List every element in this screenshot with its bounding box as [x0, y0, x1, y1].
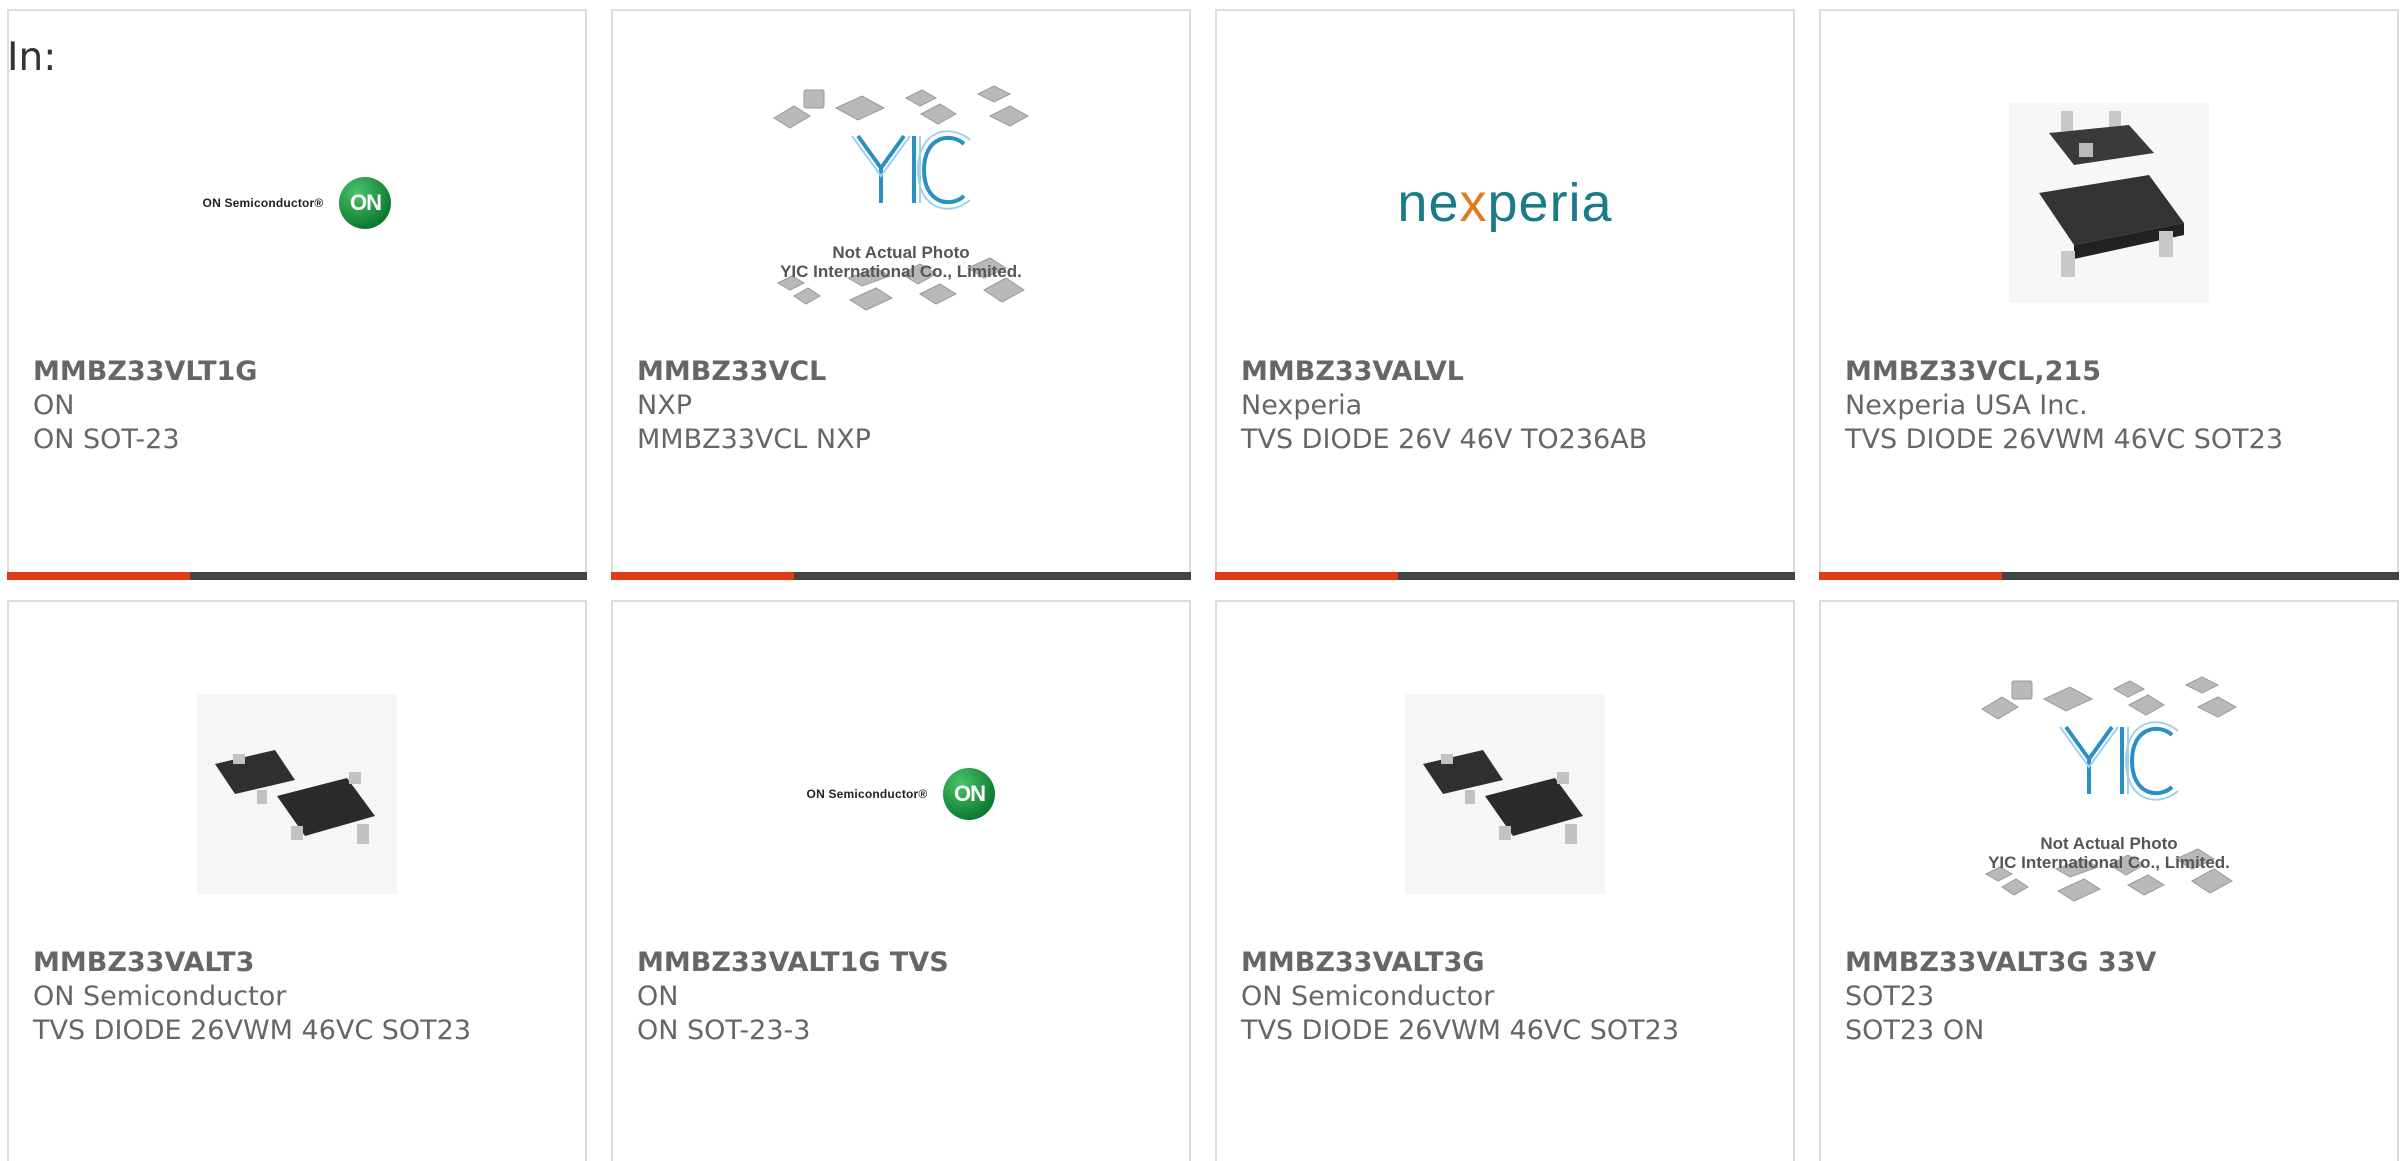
manufacturer: Nexperia	[1241, 390, 1363, 421]
part-number[interactable]: MMBZ33VLT1G	[33, 355, 573, 389]
product-listing-page: In: ON Semiconductor® ON MMBZ33VLT1G ON …	[0, 0, 2400, 1161]
description: SOT23 ON	[1845, 1015, 1985, 1046]
manufacturer: ON Semiconductor	[1241, 981, 1495, 1012]
part-number[interactable]: MMBZ33VALT3	[33, 946, 573, 980]
note-line-2: YIC International Co., Limited.	[1988, 853, 2230, 872]
product-card[interactable]: nexperia MMBZ33VALVL Nexperia TVS DIODE …	[1215, 9, 1795, 580]
not-actual-photo-note: Not Actual Photo YIC International Co., …	[613, 243, 1189, 281]
description: TVS DIODE 26VWM 46VC SOT23	[1845, 424, 2284, 455]
product-card[interactable]: Not Actual Photo YIC International Co., …	[611, 9, 1191, 580]
card-accent-bar	[1819, 572, 2399, 580]
on-badge-icon: ON	[943, 768, 996, 820]
on-semiconductor-logo: ON Semiconductor® ON	[807, 768, 996, 820]
description: TVS DIODE 26VWM 46VC SOT23	[1241, 1015, 1680, 1046]
card-accent-bar	[611, 572, 1191, 580]
product-card[interactable]: MMBZ33VALT3 ON Semiconductor TVS DIODE 2…	[7, 600, 587, 1161]
manufacturer: SOT23	[1845, 981, 1935, 1012]
on-badge-icon: ON	[339, 177, 392, 229]
part-number[interactable]: MMBZ33VALVL	[1241, 355, 1781, 389]
not-actual-photo-note: Not Actual Photo YIC International Co., …	[1821, 834, 2397, 872]
product-card[interactable]: MMBZ33VCL,215 Nexperia USA Inc. TVS DIOD…	[1819, 9, 2399, 580]
logo-part: peria	[1487, 173, 1613, 233]
part-number[interactable]: MMBZ33VALT1G TVS	[637, 946, 1177, 980]
product-image	[1217, 650, 1793, 938]
product-card[interactable]: ON Semiconductor® ON MMBZ33VLT1G ON ON S…	[7, 9, 587, 580]
yic-placeholder-image	[773, 85, 1030, 311]
product-image	[1821, 59, 2397, 347]
product-image	[1821, 650, 2397, 938]
nexperia-logo: nexperia	[1397, 172, 1612, 234]
in-label: In:	[7, 35, 57, 80]
product-image: nexperia	[1217, 59, 1793, 347]
note-line-1: Not Actual Photo	[832, 243, 970, 262]
yic-placeholder-image	[1981, 676, 2238, 902]
note-line-1: Not Actual Photo	[2040, 834, 2178, 853]
logo-x: x	[1459, 173, 1488, 233]
sot23-pair-photo	[197, 694, 397, 894]
manufacturer: Nexperia USA Inc.	[1845, 390, 2088, 421]
note-line-2: YIC International Co., Limited.	[780, 262, 1022, 281]
part-number[interactable]: MMBZ33VCL	[637, 355, 1177, 389]
sot23-chip-photo	[2009, 103, 2209, 303]
manufacturer: ON	[33, 390, 75, 421]
product-image	[613, 59, 1189, 347]
logo-part: ne	[1397, 173, 1460, 233]
description: TVS DIODE 26V 46V TO236AB	[1241, 424, 1648, 455]
manufacturer: ON Semiconductor	[33, 981, 287, 1012]
description: ON SOT-23-3	[637, 1015, 811, 1046]
product-card[interactable]: Not Actual Photo YIC International Co., …	[1819, 600, 2399, 1161]
card-accent-bar	[7, 572, 587, 580]
part-number[interactable]: MMBZ33VALT3G 33V	[1845, 946, 2385, 980]
product-card[interactable]: ON Semiconductor® ON MMBZ33VALT1G TVS ON…	[611, 600, 1191, 1161]
sot23-pair-photo	[1405, 694, 1605, 894]
part-number[interactable]: MMBZ33VALT3G	[1241, 946, 1781, 980]
logo-text: ON Semiconductor®	[806, 787, 928, 801]
description: ON SOT-23	[33, 424, 180, 455]
product-image	[9, 650, 585, 938]
logo-text: ON Semiconductor®	[202, 196, 324, 210]
manufacturer: ON	[637, 981, 679, 1012]
product-image: ON Semiconductor® ON	[9, 59, 585, 347]
part-number[interactable]: MMBZ33VCL,215	[1845, 355, 2385, 389]
description: TVS DIODE 26VWM 46VC SOT23	[33, 1015, 472, 1046]
product-card[interactable]: MMBZ33VALT3G ON Semiconductor TVS DIODE …	[1215, 600, 1795, 1161]
manufacturer: NXP	[637, 390, 692, 421]
on-semiconductor-logo: ON Semiconductor® ON	[203, 177, 392, 229]
product-grid: ON Semiconductor® ON MMBZ33VLT1G ON ON S…	[7, 9, 2400, 1161]
card-accent-bar	[1215, 572, 1795, 580]
product-image: ON Semiconductor® ON	[613, 650, 1189, 938]
description: MMBZ33VCL NXP	[637, 424, 871, 455]
